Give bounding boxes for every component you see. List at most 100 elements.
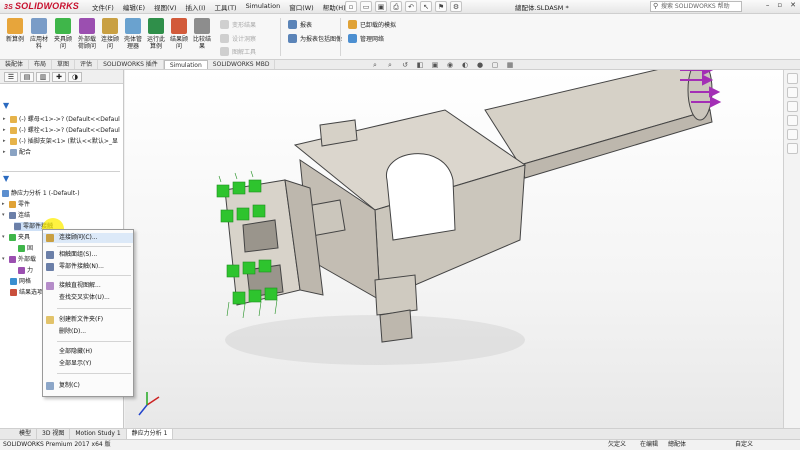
restore-icon[interactable]: ▫ bbox=[777, 1, 782, 9]
display-style-icon[interactable]: ◉ bbox=[445, 61, 455, 70]
filter-icon[interactable]: ▼ bbox=[3, 174, 9, 183]
minimize-icon[interactable]: – bbox=[766, 1, 770, 9]
shell-manager-button[interactable]: 壳体管理器 bbox=[122, 18, 144, 50]
menu-view[interactable]: 视图(V) bbox=[154, 2, 177, 12]
tab-sketch[interactable]: 草图 bbox=[52, 60, 76, 69]
expand-arrow-icon[interactable]: ▸ bbox=[3, 137, 8, 146]
custom-properties-icon[interactable] bbox=[786, 143, 798, 154]
tree-item-external-loads[interactable]: ▾ 外部载 bbox=[2, 255, 36, 264]
menu-item-connections-advisor[interactable]: 连接顾问(C)... bbox=[43, 233, 133, 243]
save-icon[interactable]: ▣ bbox=[375, 1, 387, 12]
menu-item-find-interference[interactable]: 查找交叉实体(U)... bbox=[43, 293, 133, 303]
scene-icon[interactable]: ▢ bbox=[490, 61, 500, 70]
menu-item-component-contact[interactable]: 零部件接触(N)... bbox=[43, 262, 133, 272]
property-tab-icon[interactable]: ▤ bbox=[20, 72, 34, 82]
graphics-area[interactable] bbox=[125, 70, 783, 428]
dimxpert-tab-icon[interactable]: ✚ bbox=[52, 72, 66, 82]
file-explorer-icon[interactable] bbox=[786, 101, 798, 112]
menu-item-contact-plot[interactable]: 接触直视图解... bbox=[43, 281, 133, 291]
section-view-icon[interactable]: ◧ bbox=[415, 61, 425, 70]
run-study-button[interactable]: 运行此算例 bbox=[145, 18, 167, 50]
previous-view-icon[interactable]: ↺ bbox=[400, 61, 410, 70]
compare-results-button[interactable]: 比较结果 bbox=[191, 18, 213, 50]
connections-advisor-button[interactable]: 连接顾问 bbox=[100, 18, 120, 50]
tree-item-nut[interactable]: ▸ (-) 螺母<1>->? (Default<<Defaul bbox=[3, 115, 120, 124]
tree-item-parts[interactable]: ▸ 零件 bbox=[2, 200, 30, 209]
new-study-button[interactable]: 新算例 bbox=[4, 18, 26, 43]
menu-item-show-all[interactable]: 全部显示(Y) bbox=[43, 359, 133, 369]
tree-item-connections[interactable]: ▾ 连结 bbox=[2, 211, 30, 220]
tab-addins[interactable]: SOLIDWORKS 插件 bbox=[98, 60, 164, 69]
undo-icon[interactable]: ↶ bbox=[405, 1, 417, 12]
tree-item-fixed[interactable]: 固 bbox=[18, 244, 33, 253]
new-doc-icon[interactable]: ▫ bbox=[345, 1, 357, 12]
close-icon[interactable]: ✕ bbox=[790, 1, 796, 9]
menu-tools[interactable]: 工具(T) bbox=[215, 2, 237, 12]
appearance-icon[interactable]: ● bbox=[475, 61, 485, 70]
rebuild-icon[interactable]: ⚑ bbox=[435, 1, 447, 12]
status-units[interactable]: 自定义 bbox=[735, 440, 753, 450]
zoom-fit-icon[interactable]: ⌕ bbox=[370, 61, 380, 70]
feature-tree-tab-icon[interactable]: ☰ bbox=[4, 72, 18, 82]
tab-3d-views[interactable]: 3D 视图 bbox=[37, 429, 71, 439]
tree-item-result-options[interactable]: 结果选项 bbox=[10, 288, 43, 297]
expand-arrow-icon[interactable]: ▸ bbox=[3, 115, 8, 124]
view-palette-icon[interactable] bbox=[786, 115, 798, 126]
tab-model[interactable]: 模型 bbox=[14, 429, 38, 439]
assembly-model[interactable] bbox=[125, 70, 783, 428]
tab-static-study[interactable]: 静应力分析 1 bbox=[126, 429, 174, 439]
menu-item-hide-all[interactable]: 全部隐藏(H) bbox=[43, 347, 133, 357]
menu-insert[interactable]: 插入(I) bbox=[186, 2, 206, 12]
tree-item-bolt[interactable]: ▸ (-) 螺栓<1>->? (Default<<Defaul bbox=[3, 126, 120, 135]
tab-assembly[interactable]: 装配体 bbox=[0, 60, 30, 69]
options-icon[interactable]: ⚙ bbox=[450, 1, 462, 12]
help-search-input[interactable]: 搜索 SOLIDWORKS 帮助 bbox=[650, 1, 742, 12]
collapse-arrow-icon[interactable]: ▾ bbox=[2, 233, 7, 242]
external-loads-button[interactable]: 外部载荷顾问 bbox=[76, 18, 98, 50]
filter-icon[interactable]: ▼ bbox=[3, 101, 9, 110]
tab-layout[interactable]: 布局 bbox=[29, 60, 53, 69]
apply-material-button[interactable]: 应用材料 bbox=[30, 18, 48, 50]
results-advisor-button[interactable]: 结果顾问 bbox=[168, 18, 190, 50]
fixtures-advisor-button[interactable]: 夹具顾问 bbox=[52, 18, 74, 50]
plot-tools-button[interactable]: 图解工具 bbox=[220, 47, 256, 56]
tree-item-fixtures[interactable]: ▾ 夹具 bbox=[2, 233, 30, 242]
tab-evaluate[interactable]: 评估 bbox=[75, 60, 99, 69]
menu-file[interactable]: 文件(F) bbox=[92, 2, 114, 12]
unloaded-simulation-button[interactable]: 已卸载的模拟 bbox=[348, 20, 396, 29]
tree-item-bracket[interactable]: ▸ (-) 插脚支架<1> (默认<<默认>_显 bbox=[3, 137, 118, 146]
collapse-arrow-icon[interactable]: ▾ bbox=[2, 255, 7, 264]
view-orientation-icon[interactable]: ▣ bbox=[430, 61, 440, 70]
tree-item-study[interactable]: 静应力分析 1 (-Default-) bbox=[2, 189, 80, 198]
expand-arrow-icon[interactable]: ▸ bbox=[3, 126, 8, 135]
menu-item-copy[interactable]: 复制(C) bbox=[43, 381, 133, 391]
appearances-icon[interactable] bbox=[786, 129, 798, 140]
expand-arrow-icon[interactable]: ▸ bbox=[2, 200, 7, 209]
solidworks-resources-icon[interactable] bbox=[786, 73, 798, 84]
menu-item-delete[interactable]: 删除(D)... bbox=[43, 327, 133, 337]
tree-item-mesh[interactable]: 网格 bbox=[10, 277, 31, 286]
solidworks-logo[interactable]: 3S SOLIDWORKS bbox=[4, 1, 79, 11]
menu-simulation[interactable]: Simulation bbox=[246, 2, 281, 12]
design-library-icon[interactable] bbox=[786, 87, 798, 98]
tab-simulation[interactable]: Simulation bbox=[163, 60, 208, 69]
manage-network-button[interactable]: 管理网络 bbox=[348, 34, 384, 43]
select-icon[interactable]: ↖ bbox=[420, 1, 432, 12]
hide-show-icon[interactable]: ◐ bbox=[460, 61, 470, 70]
menu-item-new-folder[interactable]: 创建新文件夹(F) bbox=[43, 315, 133, 325]
display-tab-icon[interactable]: ◑ bbox=[68, 72, 82, 82]
design-insight-button[interactable]: 设计洞察 bbox=[220, 34, 256, 43]
include-image-button[interactable]: 为报表包括图像 bbox=[288, 34, 342, 43]
zoom-area-icon[interactable]: ⌕ bbox=[385, 61, 395, 70]
collapse-arrow-icon[interactable]: ▾ bbox=[2, 211, 7, 220]
deformed-result-button[interactable]: 变形结果 bbox=[220, 20, 256, 29]
tree-item-force[interactable]: 力 bbox=[18, 266, 33, 275]
tab-motion-study[interactable]: Motion Study 1 bbox=[70, 429, 127, 439]
print-icon[interactable]: ⎙ bbox=[390, 1, 402, 12]
tree-item-mates[interactable]: ▸ 配合 bbox=[3, 148, 31, 157]
menu-help[interactable]: 帮助(H) bbox=[323, 2, 346, 12]
view-settings-icon[interactable]: ▦ bbox=[505, 61, 515, 70]
menu-window[interactable]: 窗口(W) bbox=[289, 2, 314, 12]
report-button[interactable]: 报表 bbox=[288, 20, 312, 29]
menu-item-contact-sets[interactable]: 相触面组(S)... bbox=[43, 250, 133, 260]
